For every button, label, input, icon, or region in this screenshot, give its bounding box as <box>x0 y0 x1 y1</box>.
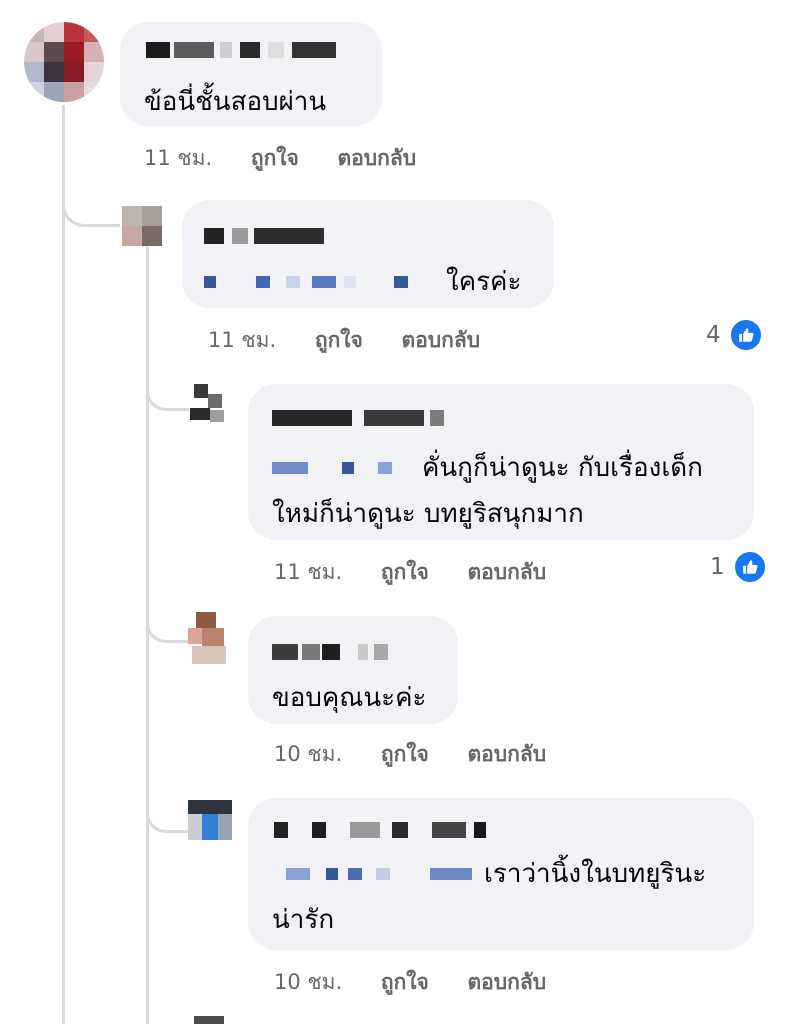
thread-line-branch <box>146 368 189 411</box>
timestamp: 11 ชม. <box>144 146 213 170</box>
avatar[interactable] <box>188 800 232 840</box>
timestamp: 10 ชม. <box>274 742 343 766</box>
reply-button[interactable]: ตอบกลับ <box>338 142 417 175</box>
comment-text: ขอบคุณนะค่ะ <box>272 683 427 713</box>
comment-meta: 11 ชม. ถูกใจ ตอบกลับ <box>144 142 416 175</box>
comment-text-line: ใหม่ก็น่าดูนะ บทยูริสนุกมาก <box>272 499 584 529</box>
author-name-redacted[interactable] <box>146 42 346 58</box>
reply-button[interactable]: ตอบกลับ <box>468 966 547 999</box>
thread-line-branch <box>146 600 189 643</box>
thread-line-branch <box>62 180 120 227</box>
author-name-redacted[interactable] <box>272 644 392 660</box>
comment-text-line: น่ารัก <box>272 905 335 935</box>
mention-redacted[interactable] <box>274 868 474 880</box>
avatar[interactable] <box>188 612 230 664</box>
avatar[interactable] <box>190 1016 230 1024</box>
reply-button[interactable]: ตอบกลับ <box>402 324 481 357</box>
reaction-count[interactable]: 1 <box>710 550 767 584</box>
author-name-redacted[interactable] <box>204 228 334 244</box>
mention-redacted[interactable] <box>204 276 434 288</box>
avatar[interactable] <box>24 22 104 102</box>
comment-meta: 10 ชม. ถูกใจ ตอบกลับ <box>274 738 546 771</box>
reply-button[interactable]: ตอบกลับ <box>468 738 547 771</box>
thread-line-branch <box>146 790 189 833</box>
thread-line-sub <box>146 246 149 1024</box>
avatar[interactable] <box>188 384 228 428</box>
reaction-count[interactable]: 4 <box>706 318 763 352</box>
timestamp: 11 ชม. <box>208 328 277 352</box>
comment-text: ใครค่ะ <box>446 267 522 297</box>
timestamp: 10 ชม. <box>274 970 343 994</box>
like-button[interactable]: ถูกใจ <box>251 142 299 175</box>
like-button[interactable]: ถูกใจ <box>381 966 429 999</box>
author-name-redacted[interactable] <box>274 822 494 838</box>
like-button[interactable]: ถูกใจ <box>381 556 429 589</box>
reply-button[interactable]: ตอบกลับ <box>468 556 547 589</box>
avatar[interactable] <box>122 206 162 246</box>
comment-meta: 10 ชม. ถูกใจ ตอบกลับ <box>274 966 546 999</box>
comment-text: คั่นกูก็น่าดูนะ กับเรื่องเด็ก <box>422 453 703 483</box>
thumbs-up-icon <box>728 318 763 352</box>
comment-text: ข้อนี่ชั้นสอบผ่าน <box>144 87 327 117</box>
reaction-number: 4 <box>706 322 721 348</box>
thumbs-up-icon <box>732 550 767 584</box>
comment-text: เราว่านิ้งในบทยูรินะ <box>484 859 707 889</box>
like-button[interactable]: ถูกใจ <box>315 324 363 357</box>
like-button[interactable]: ถูกใจ <box>381 738 429 771</box>
mention-redacted[interactable] <box>272 462 412 474</box>
comment-meta: 11 ชม. ถูกใจ ตอบกลับ <box>208 324 480 357</box>
reaction-number: 1 <box>710 554 725 580</box>
comment-meta: 11 ชม. ถูกใจ ตอบกลับ <box>274 556 546 589</box>
timestamp: 11 ชม. <box>274 560 343 584</box>
author-name-redacted[interactable] <box>272 410 452 426</box>
thread-line-main <box>62 105 65 1024</box>
